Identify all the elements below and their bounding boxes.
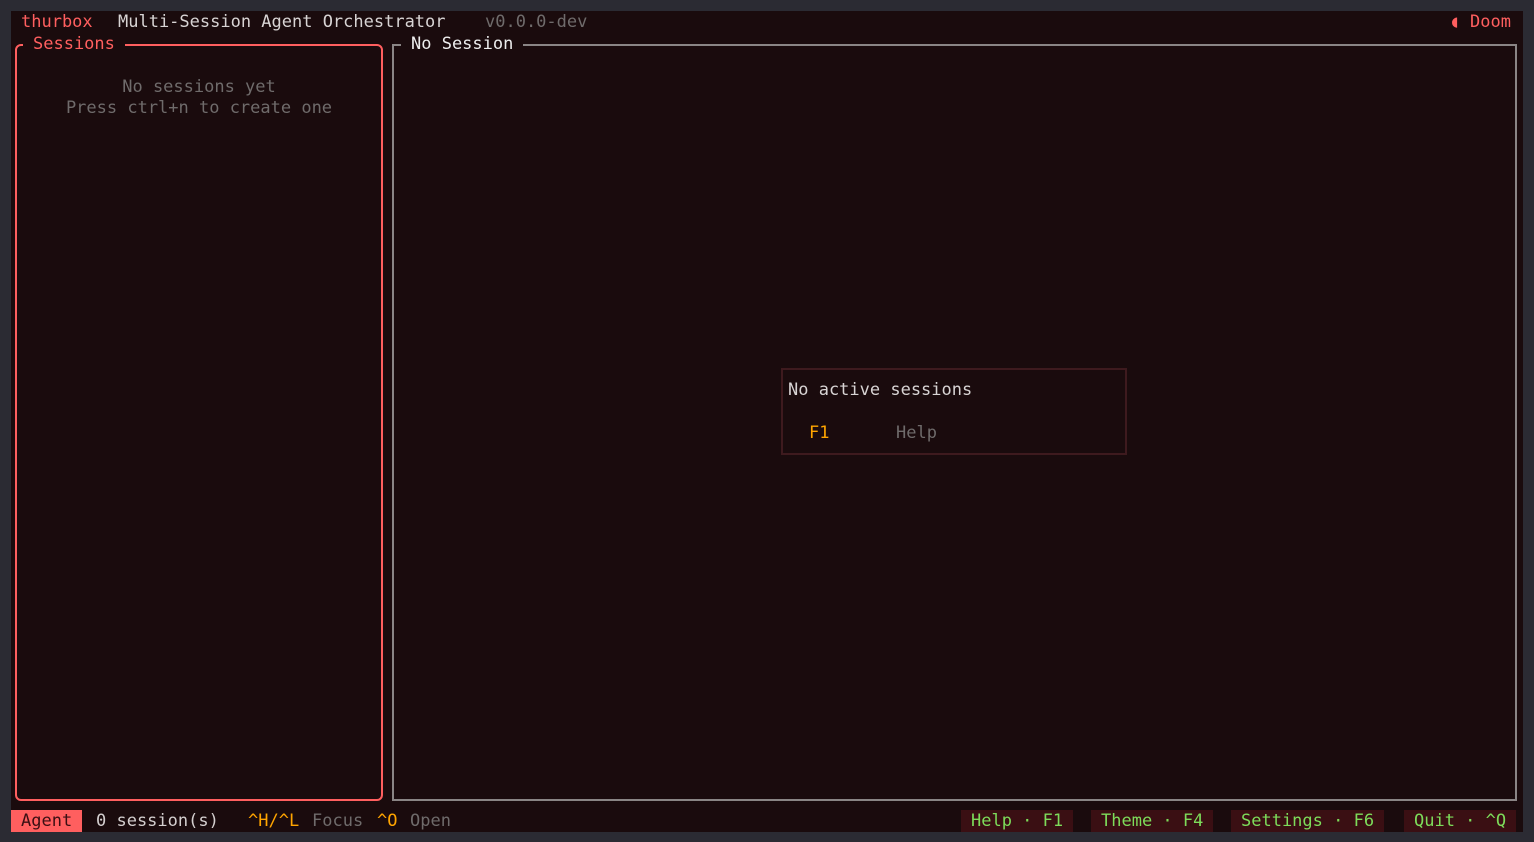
session-panel-title: No Session [401,34,524,55]
focus-label: Focus [312,811,364,831]
help-shortcut-button[interactable]: Help · F1 [961,810,1074,832]
theme-name: Doom [1470,12,1511,32]
dialog-title: No active sessions [788,380,973,400]
sessions-panel-title: Sessions [23,34,125,55]
moon-icon: ◖ [1449,12,1460,32]
open-key: ^O [377,811,398,831]
no-sessions-dialog: No active sessions F1 Help [781,368,1127,455]
theme-indicator[interactable]: ◖ Doom [1450,12,1511,33]
session-count: 0 session(s) [96,811,219,831]
dialog-key-f1[interactable]: F1 [809,423,829,444]
focus-keys: ^H/^L [248,811,300,831]
theme-shortcut-button[interactable]: Theme · F4 [1091,810,1214,832]
sessions-empty-hint: Press ctrl+n to create one [65,98,333,118]
mode-badge: Agent [11,810,83,832]
sessions-empty-message: No sessions yet [122,77,276,97]
quit-shortcut-button[interactable]: Quit · ^Q [1404,810,1517,832]
app-version: v0.0.0-dev [485,12,588,32]
open-label: Open [410,811,451,831]
sessions-panel[interactable]: Sessions No sessions yet Press ctrl+n to… [15,34,383,801]
terminal-window: thurbox Multi-Session Agent Orchestrator… [11,11,1523,832]
dialog-action-help[interactable]: Help [896,423,937,444]
app-name: thurbox [21,12,93,32]
app-title: Multi-Session Agent Orchestrator [118,12,446,32]
settings-shortcut-button[interactable]: Settings · F6 [1231,810,1385,832]
